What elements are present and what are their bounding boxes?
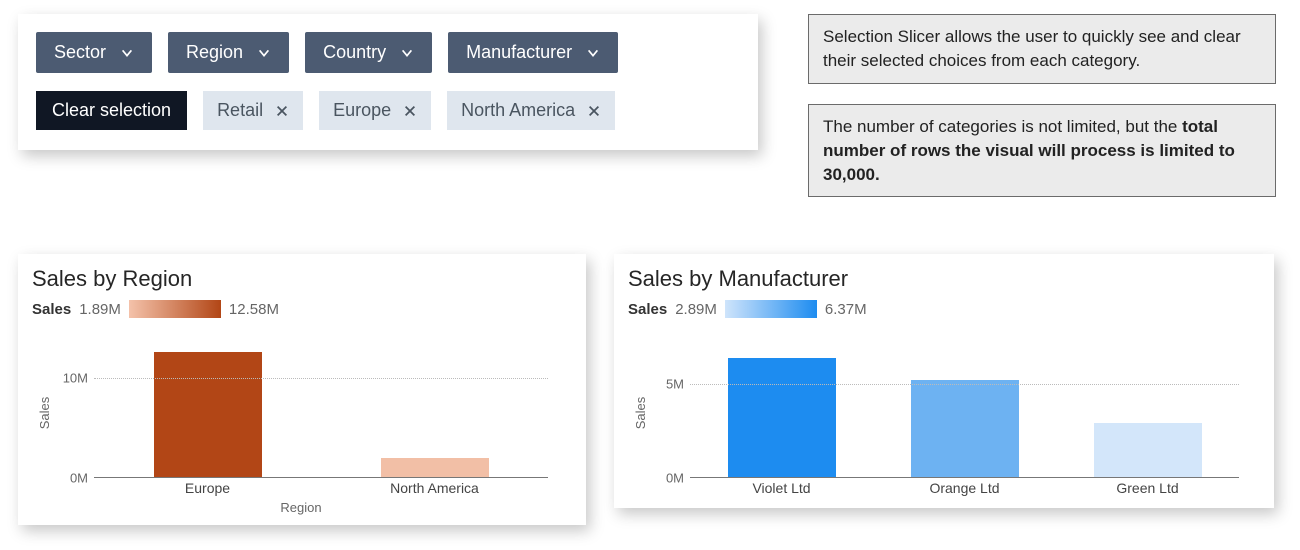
legend-gradient-icon — [129, 300, 221, 318]
info-box-description: Selection Slicer allows the user to quic… — [808, 14, 1276, 84]
slicer-dropdown-region[interactable]: Region — [168, 32, 289, 73]
close-icon[interactable] — [275, 104, 289, 118]
legend-max: 6.37M — [825, 301, 867, 318]
clear-selection-button[interactable]: Clear selection — [36, 91, 187, 130]
legend-min: 2.89M — [675, 301, 717, 318]
filter-chip[interactable]: Europe — [319, 91, 431, 130]
chart-sales-by-manufacturer: Sales by Manufacturer Sales 2.89M 6.37M … — [614, 254, 1274, 508]
chart-bar[interactable] — [381, 458, 489, 477]
plot-area: Sales 10M 0M EuropeNorth America — [32, 328, 552, 498]
close-icon[interactable] — [587, 104, 601, 118]
y-tick: 0M — [666, 471, 684, 486]
x-tick: Violet Ltd — [690, 478, 873, 498]
y-tick: 0M — [70, 471, 88, 486]
dropdown-label: Manufacturer — [466, 42, 572, 63]
chart-bar[interactable] — [1094, 423, 1202, 477]
filter-chip[interactable]: Retail — [203, 91, 303, 130]
x-tick: Europe — [94, 478, 321, 498]
chevron-down-icon — [400, 46, 414, 60]
legend-max: 12.58M — [229, 301, 279, 318]
chart-title: Sales by Region — [32, 266, 570, 292]
chart-sales-by-region: Sales by Region Sales 1.89M 12.58M Sales… — [18, 254, 586, 525]
chart-bar[interactable] — [728, 358, 836, 477]
x-axis-label: Region — [32, 500, 570, 515]
chevron-down-icon — [257, 46, 271, 60]
legend-min: 1.89M — [79, 301, 121, 318]
plot-area: Sales 5M 0M Violet LtdOrange LtdGreen Ltd — [628, 328, 1243, 498]
slicer-dropdown-country[interactable]: Country — [305, 32, 432, 73]
y-tick: 10M — [63, 371, 88, 386]
clear-selection-label: Clear selection — [52, 100, 171, 121]
dropdown-label: Region — [186, 42, 243, 63]
legend-label: Sales — [628, 301, 667, 318]
y-axis-label: Sales — [37, 397, 52, 430]
dropdown-label: Sector — [54, 42, 106, 63]
chart-bar[interactable] — [911, 380, 1019, 477]
legend-gradient-icon — [725, 300, 817, 318]
filter-chip[interactable]: North America — [447, 91, 615, 130]
chip-label: North America — [461, 100, 575, 121]
chart-legend: Sales 2.89M 6.37M — [628, 300, 1258, 318]
chip-label: Europe — [333, 100, 391, 121]
y-tick: 5M — [666, 377, 684, 392]
legend-label: Sales — [32, 301, 71, 318]
x-tick: Orange Ltd — [873, 478, 1056, 498]
close-icon[interactable] — [403, 104, 417, 118]
x-tick: North America — [321, 478, 548, 498]
chart-bar[interactable] — [154, 352, 262, 477]
chevron-down-icon — [120, 46, 134, 60]
slicer-dropdown-sector[interactable]: Sector — [36, 32, 152, 73]
chip-label: Retail — [217, 100, 263, 121]
dropdown-label: Country — [323, 42, 386, 63]
chart-legend: Sales 1.89M 12.58M — [32, 300, 570, 318]
info-box-limit: The number of categories is not limited,… — [808, 104, 1276, 197]
selection-slicer-panel: Sector Region Country Manufacturer Clear se… — [18, 14, 758, 150]
slicer-dropdown-manufacturer[interactable]: Manufacturer — [448, 32, 618, 73]
chart-title: Sales by Manufacturer — [628, 266, 1258, 292]
y-axis-label: Sales — [633, 397, 648, 430]
chevron-down-icon — [586, 46, 600, 60]
x-tick: Green Ltd — [1056, 478, 1239, 498]
